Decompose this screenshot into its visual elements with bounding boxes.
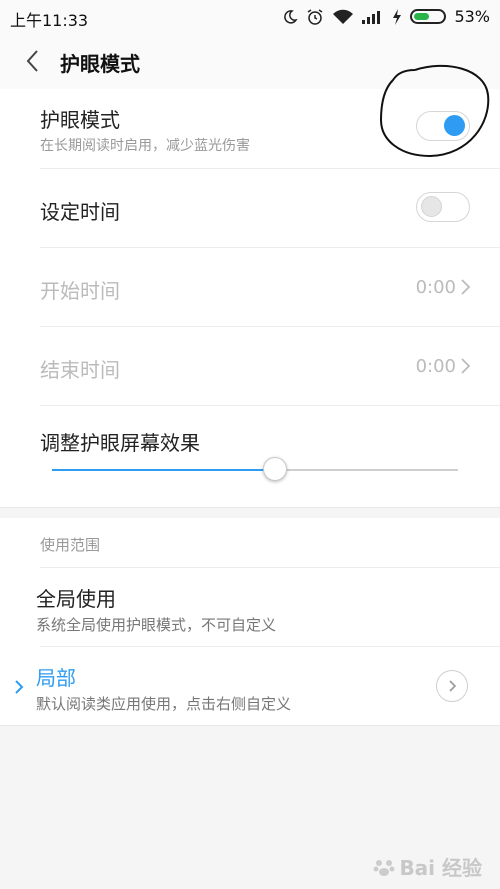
eye-mode-subtitle: 在长期阅读时启用，减少蓝光伤害: [40, 138, 250, 154]
slider-fill: [52, 469, 276, 471]
start-time-title: 开始时间: [40, 279, 120, 303]
chevron-right-icon: [461, 358, 471, 374]
alarm-icon: [306, 8, 324, 26]
scope-section-label: 使用范围: [40, 536, 101, 554]
chevron-left-icon: [26, 50, 38, 72]
effect-title: 调整护眼屏幕效果: [40, 431, 200, 455]
status-icons: 53%: [282, 7, 490, 26]
slider-thumb[interactable]: [263, 457, 288, 481]
scope-partial-subtitle: 默认阅读类应用使用，点击右侧自定义: [36, 695, 292, 713]
schedule-title: 设定时间: [40, 200, 120, 224]
page-title: 护眼模式: [60, 52, 140, 76]
battery-fill: [414, 13, 430, 20]
start-time-row[interactable]: 开始时间 0:00: [0, 247, 500, 326]
battery-icon: [410, 9, 447, 24]
start-time-value: 0:00: [415, 277, 456, 298]
back-button[interactable]: [14, 42, 50, 80]
end-time-title: 结束时间: [40, 358, 120, 382]
scope-global-subtitle: 系统全局使用护眼模式，不可自定义: [36, 616, 277, 634]
paw-icon: [373, 859, 395, 876]
end-time-value: 0:00: [415, 356, 456, 377]
end-time-row[interactable]: 结束时间 0:00: [0, 326, 500, 405]
scope-global-title: 全局使用: [36, 587, 116, 611]
eye-mode-title: 护眼模式: [40, 108, 120, 132]
effect-row: 调整护眼屏幕效果: [0, 405, 500, 505]
eye-mode-row[interactable]: 护眼模式 在长期阅读时启用，减少蓝光伤害: [0, 89, 500, 168]
watermark: Bai 经验: [373, 852, 482, 881]
toggle-knob: [444, 115, 465, 136]
schedule-toggle[interactable]: [416, 192, 470, 222]
chevron-right-icon: [461, 279, 471, 295]
selected-chevron-icon: [15, 680, 24, 694]
status-time: 上午11:33: [10, 11, 89, 30]
chevron-right-icon: [449, 680, 457, 692]
schedule-row[interactable]: 设定时间: [0, 168, 500, 247]
scope-partial-title: 局部: [36, 666, 76, 690]
wifi-icon: [332, 9, 354, 25]
customize-button[interactable]: [436, 670, 468, 702]
title-bar: 护眼模式: [0, 34, 500, 90]
eye-mode-toggle[interactable]: [416, 111, 470, 141]
battery-percent: 53%: [454, 7, 490, 26]
charging-icon: [392, 8, 402, 25]
scope-option-global[interactable]: 全局使用 系统全局使用护眼模式，不可自定义: [0, 568, 500, 646]
status-bar: 上午11:33 53%: [0, 0, 500, 34]
settings-card: 护眼模式 在长期阅读时启用，减少蓝光伤害 设定时间 开始时间 0:00 结束时间…: [0, 89, 500, 508]
toggle-knob: [421, 196, 442, 217]
scope-option-partial[interactable]: 局部 默认阅读类应用使用，点击右侧自定义: [0, 647, 500, 725]
effect-slider[interactable]: [52, 457, 458, 481]
signal-icon: [362, 10, 384, 24]
watermark-text: Bai 经验: [399, 856, 482, 880]
moon-icon: [282, 9, 299, 25]
